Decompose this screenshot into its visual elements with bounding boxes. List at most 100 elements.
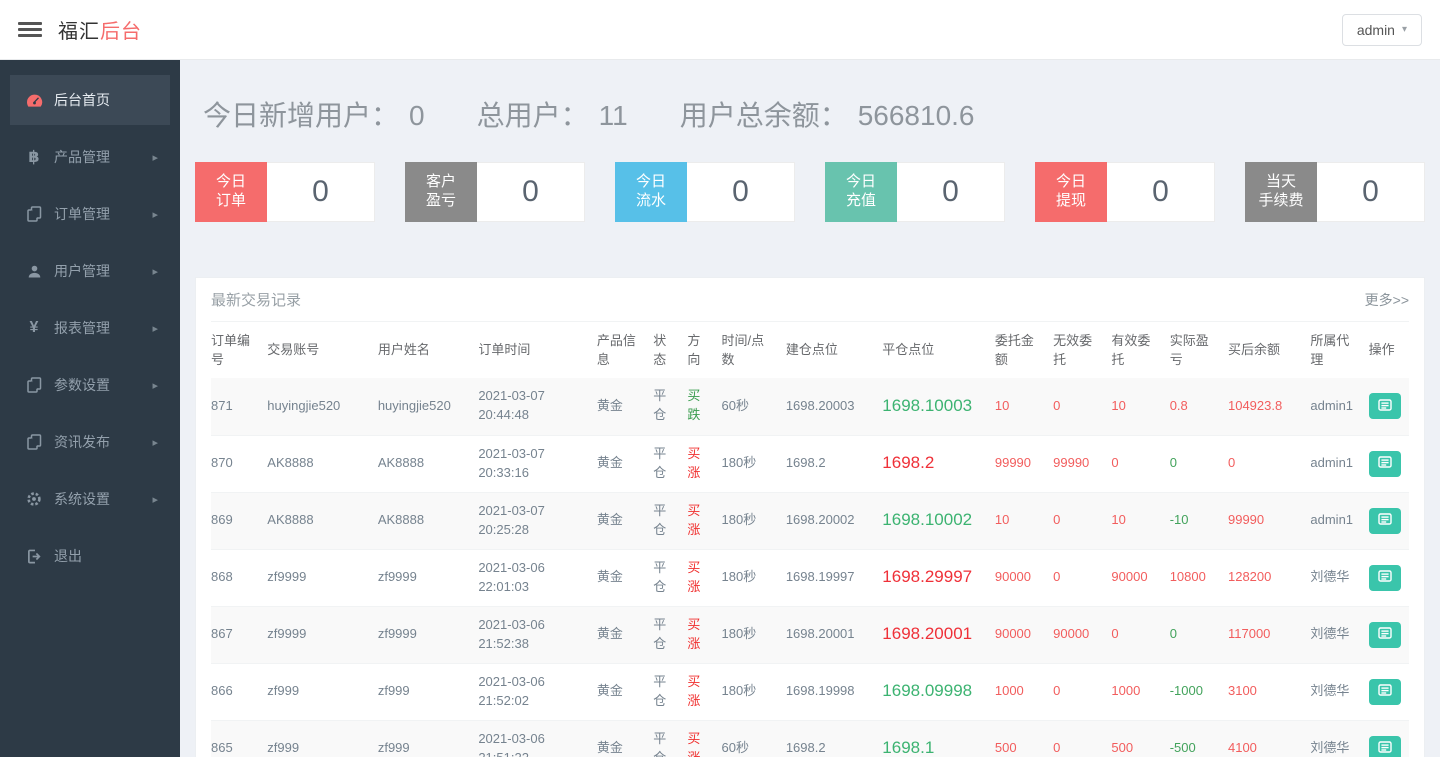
direction: 买涨: [687, 720, 722, 757]
order-detail-button[interactable]: [1368, 621, 1401, 648]
trade-account: zf999: [267, 720, 378, 757]
operation-cell: [1368, 663, 1409, 721]
card-value: 0: [1107, 162, 1215, 222]
sidebar-item-settings[interactable]: 系统设置 ▸: [10, 474, 170, 524]
entrust-amount: 10: [994, 492, 1054, 550]
card-label: 今日 订单: [195, 162, 267, 222]
order-status: 平仓: [653, 549, 688, 607]
close-price: 1698.20001: [882, 606, 995, 664]
order-time: 2021-03-06 21:52:02: [478, 663, 597, 721]
chevron-right-icon: ▸: [152, 322, 158, 335]
sidebar-item-label: 后台首页: [54, 92, 110, 108]
order-detail-button[interactable]: [1368, 564, 1401, 591]
product-info: 黄金: [596, 378, 654, 436]
duration: 180秒: [721, 549, 786, 607]
product-info: 黄金: [596, 663, 654, 721]
column-header: 产品信息: [596, 332, 636, 368]
user-menu-button[interactable]: admin ▾: [1341, 13, 1422, 46]
sidebar-item-label: 订单管理: [54, 206, 110, 222]
actual-pnl: 0: [1169, 606, 1228, 664]
detail-list-icon: [1377, 513, 1392, 528]
sidebar-item-label: 退出: [54, 548, 82, 564]
menu-toggle-icon[interactable]: [18, 15, 42, 44]
bitcoin-icon: ฿: [28, 149, 40, 166]
card-label: 今日 提现: [1035, 162, 1107, 222]
balance-after: 117000: [1227, 606, 1311, 664]
order-detail-button[interactable]: [1368, 393, 1401, 420]
order-status: 平仓: [653, 492, 688, 550]
sidebar-item-logout[interactable]: 退出: [10, 531, 170, 581]
order-status: 平仓: [653, 378, 688, 436]
valid-entrust: 90000: [1111, 549, 1170, 607]
user-name: zf999: [377, 720, 479, 757]
sidebar-item-params[interactable]: 参数设置 ▸: [10, 360, 170, 410]
user-icon: [22, 264, 46, 279]
table-row: 871 huyingjie520 huyingjie520 2021-03-07 20…: [211, 378, 1409, 436]
stat-total-users: 总用户： 11: [477, 94, 628, 134]
sidebar-item-home[interactable]: 后台首页: [10, 75, 170, 125]
balance-after: 4100: [1227, 720, 1311, 757]
order-detail-button[interactable]: [1368, 450, 1401, 477]
stat-cards-row: 今日 订单 0 客户 盈亏 0 今日 流水 0 今日 充值 0 今日 提现 0 当天 手续费 0: [195, 162, 1425, 222]
valid-entrust: 10: [1111, 492, 1170, 550]
brand-text: 福汇: [58, 21, 100, 43]
sidebar-item-label: 用户管理: [54, 263, 110, 279]
agent-name: 刘德华: [1310, 549, 1369, 607]
stat-label: 用户总余额：: [679, 100, 848, 131]
duration: 180秒: [721, 492, 786, 550]
open-price: 1698.2: [785, 435, 883, 493]
order-time: 2021-03-06 22:01:03: [478, 549, 597, 607]
sidebar-item-reports[interactable]: ¥ 报表管理 ▸: [10, 303, 170, 353]
operation-cell: [1368, 378, 1409, 436]
stat-card-client-pnl: 客户 盈亏 0: [405, 162, 585, 222]
stat-card-today-fees: 当天 手续费 0: [1245, 162, 1425, 222]
user-name: huyingjie520: [377, 378, 479, 436]
balance-after: 104923.8: [1227, 378, 1311, 436]
card-label: 客户 盈亏: [405, 162, 477, 222]
invalid-entrust: 0: [1053, 378, 1112, 436]
order-detail-button[interactable]: [1368, 507, 1401, 534]
chevron-right-icon: ▸: [152, 379, 158, 392]
entrust-amount: 500: [994, 720, 1054, 757]
sidebar-item-news[interactable]: 资讯发布 ▸: [10, 417, 170, 467]
chevron-right-icon: ▸: [152, 265, 158, 278]
column-header: 时间/点数: [721, 332, 765, 368]
operation-cell: [1368, 492, 1409, 550]
chevron-right-icon: ▸: [152, 493, 158, 506]
valid-entrust: 0: [1111, 606, 1170, 664]
sidebar-item-products[interactable]: ฿ 产品管理 ▸: [10, 132, 170, 182]
dashboard-icon: [22, 93, 46, 108]
column-header: 建仓点位: [785, 342, 838, 358]
sidebar-item-orders[interactable]: 订单管理 ▸: [10, 189, 170, 239]
open-price: 1698.20002: [785, 492, 883, 550]
entrust-amount: 90000: [994, 549, 1054, 607]
more-link[interactable]: 更多>>: [1365, 290, 1409, 310]
product-info: 黄金: [596, 720, 654, 757]
table-row: 865 zf999 zf999 2021-03-06 21:51:22 黄金 平仓 买涨 60…: [211, 720, 1409, 757]
stat-card-today-withdraw: 今日 提现 0: [1035, 162, 1215, 222]
chevron-right-icon: ▸: [152, 208, 158, 221]
stat-value: 566810.6: [857, 100, 975, 131]
column-header: 交易账号: [267, 342, 320, 358]
stat-card-today-turnover: 今日 流水 0: [615, 162, 795, 222]
product-info: 黄金: [596, 435, 654, 493]
balance-after: 128200: [1227, 549, 1311, 607]
files-icon: [22, 206, 46, 222]
sidebar-item-label: 参数设置: [54, 377, 110, 393]
sidebar: 后台首页฿产品管理 ▸ 订单管理 ▸ 用户管理 ▸ ¥ 报表管理 ▸ 参数设置 ▸ 资讯发布 ▸ 系统设置…: [0, 60, 180, 757]
trades-table: 订单编号 交易账号 用户姓名 订单时间 产品信息 状态 方向 时间/点数 建仓点位 平仓点位 委托金…: [211, 322, 1409, 757]
column-header: 买后余额: [1227, 342, 1280, 358]
column-header: 无效委托: [1053, 332, 1093, 368]
column-header: 实际盈亏: [1169, 332, 1209, 368]
order-detail-button[interactable]: [1368, 735, 1401, 757]
stat-value: 0: [409, 100, 425, 131]
sidebar-item-label: 产品管理: [54, 149, 110, 165]
sidebar-item-users[interactable]: 用户管理 ▸: [10, 246, 170, 296]
actual-pnl: -1000: [1169, 663, 1228, 721]
caret-down-icon: ▾: [1401, 24, 1407, 35]
files-icon: [22, 434, 46, 450]
order-no: 867: [211, 606, 268, 664]
order-detail-button[interactable]: [1368, 678, 1401, 705]
order-no: 865: [211, 720, 268, 757]
table-row: 866 zf999 zf999 2021-03-06 21:52:02 黄金 平仓 买涨 18…: [211, 663, 1409, 721]
